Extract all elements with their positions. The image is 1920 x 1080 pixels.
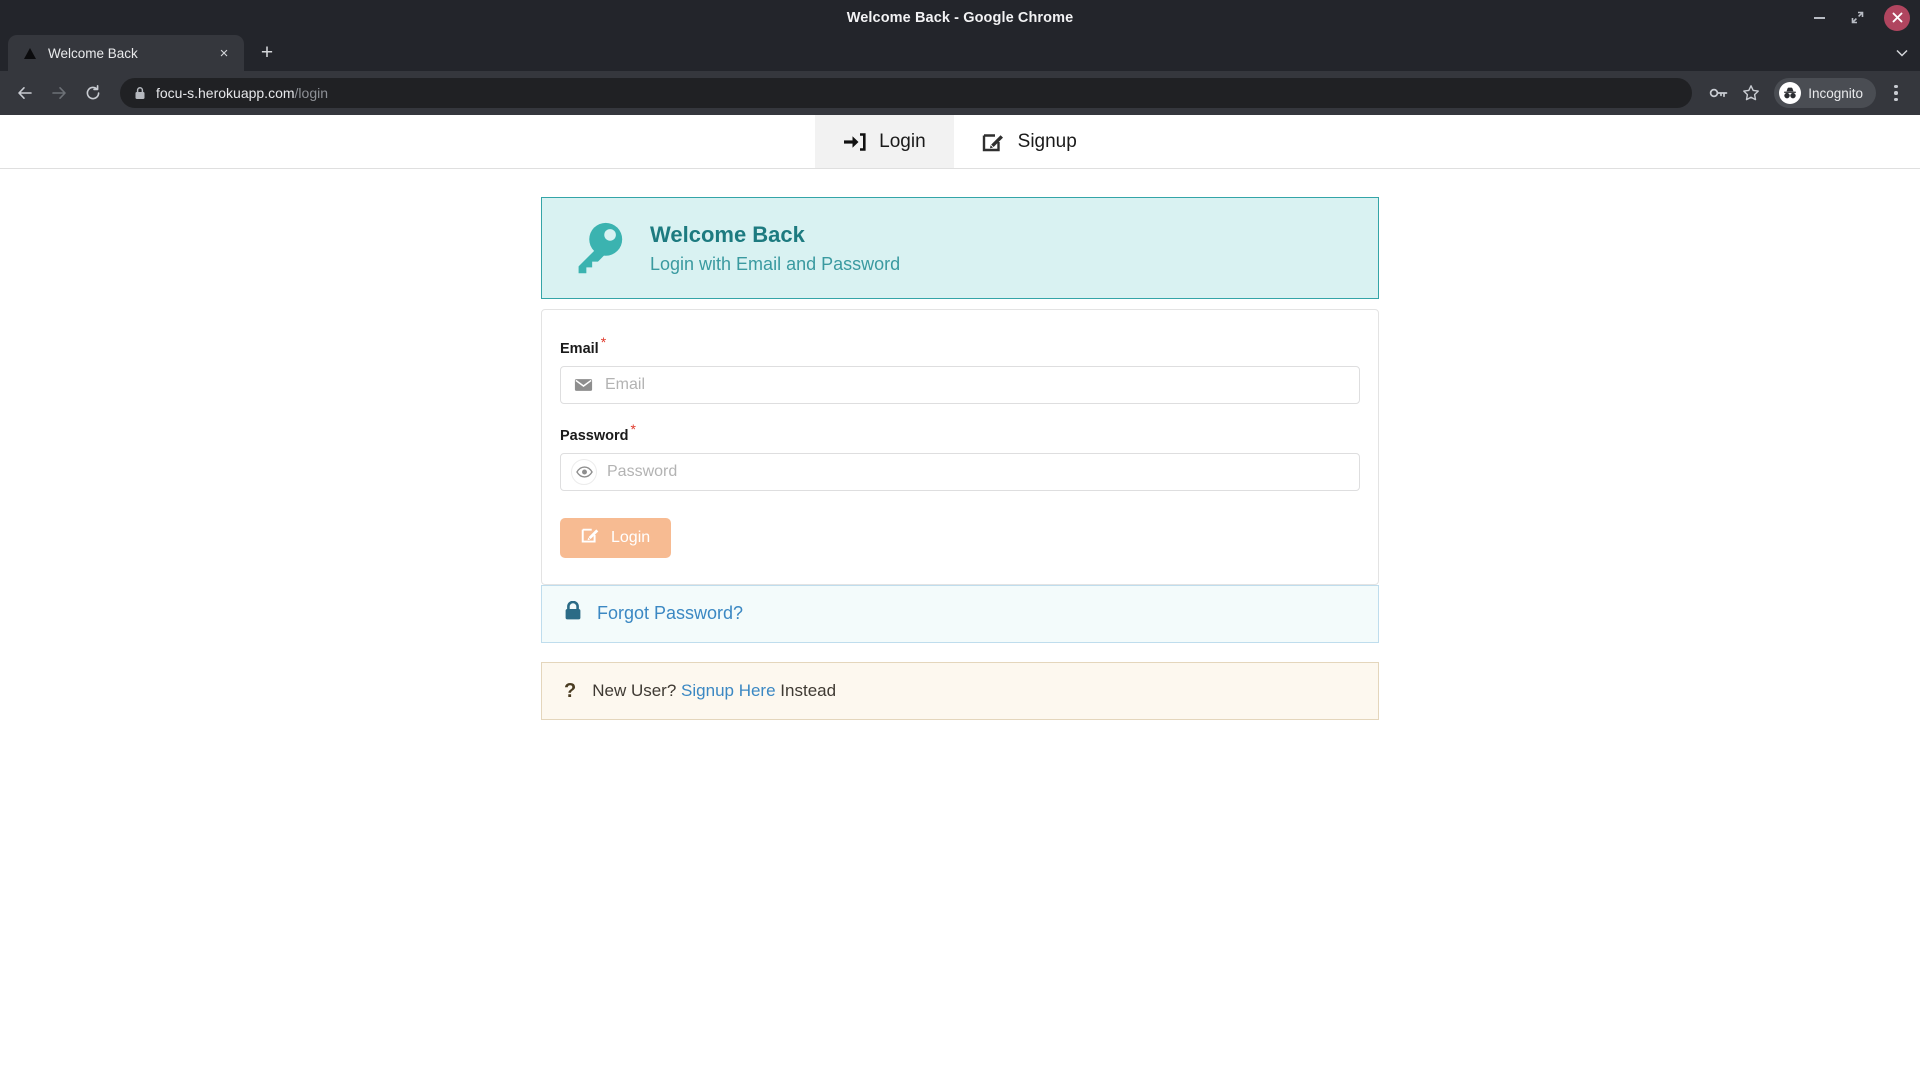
address-bar-text: focu-s.herokuapp.com/login (156, 85, 328, 101)
address-path: /login (294, 85, 328, 101)
window-title: Welcome Back - Google Chrome (846, 9, 1074, 26)
minimize-button[interactable] (1808, 7, 1830, 29)
edit-icon (982, 131, 1005, 153)
password-label-text: Password (560, 427, 629, 444)
address-bar[interactable]: focu-s.herokuapp.com/login (120, 78, 1693, 108)
welcome-subtitle: Login with Email and Password (650, 253, 901, 274)
browser-window: Welcome Back - Google Chrome Welcome Bac… (0, 0, 1920, 1080)
forgot-password-panel[interactable]: Forgot Password? (541, 584, 1379, 643)
browser-tab-title: Welcome Back (48, 45, 138, 61)
password-input[interactable] (607, 453, 1359, 490)
password-required-marker: * (630, 420, 636, 437)
window-controls (1808, 0, 1910, 35)
password-visibility-toggle[interactable] (561, 454, 607, 490)
browser-toolbar: focu-s.herokuapp.com/login Incognito (0, 71, 1920, 115)
new-user-suffix: Instead (780, 680, 837, 700)
page-viewport: Login Signup Welcome Back Login with Ema… (0, 115, 1920, 1080)
email-field-block: Email * (560, 334, 1360, 404)
welcome-texts: Welcome Back Login with Email and Passwo… (650, 222, 900, 275)
toolbar-actions: Incognito (1704, 78, 1910, 108)
page-nav-tabs: Login Signup (0, 115, 1920, 169)
signup-here-link[interactable]: Signup Here (681, 681, 776, 700)
login-form-card: Email* Password* (541, 309, 1379, 585)
login-submit-button[interactable]: Login (560, 517, 672, 558)
maximize-button[interactable] (1846, 7, 1868, 29)
lock-icon (564, 600, 582, 626)
login-submit-label: Login (611, 528, 651, 546)
lock-icon (134, 86, 146, 100)
tab-signup-label: Signup (1017, 130, 1077, 152)
page-body: Welcome Back Login with Email and Passwo… (0, 169, 1920, 720)
password-key-icon[interactable] (1704, 78, 1734, 108)
email-label: Email * (560, 334, 1360, 357)
browser-tabstrip: Welcome Back × + (0, 35, 1920, 71)
password-label: Password * (560, 421, 1360, 444)
back-button[interactable] (10, 78, 40, 108)
address-domain: focu-s.herokuapp.com (156, 85, 295, 101)
new-user-panel: ? New User? Signup Here Instead (541, 661, 1379, 720)
tab-login[interactable]: Login (815, 115, 954, 168)
reload-button[interactable] (78, 78, 108, 108)
bookmark-star-icon[interactable] (1736, 78, 1766, 108)
new-user-text: New User? Signup Here Instead (592, 681, 836, 701)
login-submit-edit-icon (581, 526, 600, 549)
new-user-prefix: New User? (592, 680, 677, 700)
incognito-icon (1779, 82, 1802, 104)
welcome-panel: Welcome Back Login with Email and Passwo… (541, 197, 1379, 299)
envelope-icon (561, 367, 605, 403)
password-input-group[interactable] (560, 452, 1360, 491)
chrome-menu-button[interactable] (1882, 78, 1910, 108)
window-titlebar: Welcome Back - Google Chrome (0, 0, 1920, 35)
email-input[interactable] (605, 366, 1359, 403)
email-label-text: Email (560, 340, 599, 357)
favicon-icon (22, 45, 38, 61)
question-mark-icon: ? (564, 679, 577, 702)
close-button[interactable] (1884, 4, 1910, 31)
tab-search-chevron-down-icon[interactable] (1884, 35, 1920, 71)
forward-button[interactable] (44, 78, 74, 108)
forgot-password-link[interactable]: Forgot Password? (597, 603, 743, 624)
incognito-indicator[interactable]: Incognito (1774, 78, 1876, 108)
tab-login-label: Login (879, 130, 926, 152)
key-icon (566, 217, 628, 279)
tab-close-icon[interactable]: × (214, 43, 234, 63)
eye-icon (571, 458, 597, 485)
email-input-group[interactable] (560, 365, 1360, 404)
email-required-marker: * (600, 334, 607, 350)
sign-in-icon (843, 131, 866, 153)
password-field-block: Password * (560, 421, 1360, 491)
auth-stack: Welcome Back Login with Email and Passwo… (541, 197, 1379, 720)
new-tab-button[interactable]: + (250, 36, 284, 70)
tab-signup[interactable]: Signup (954, 115, 1105, 168)
welcome-title: Welcome Back (650, 221, 805, 247)
browser-tab[interactable]: Welcome Back × (8, 35, 244, 71)
incognito-label: Incognito (1808, 85, 1863, 101)
